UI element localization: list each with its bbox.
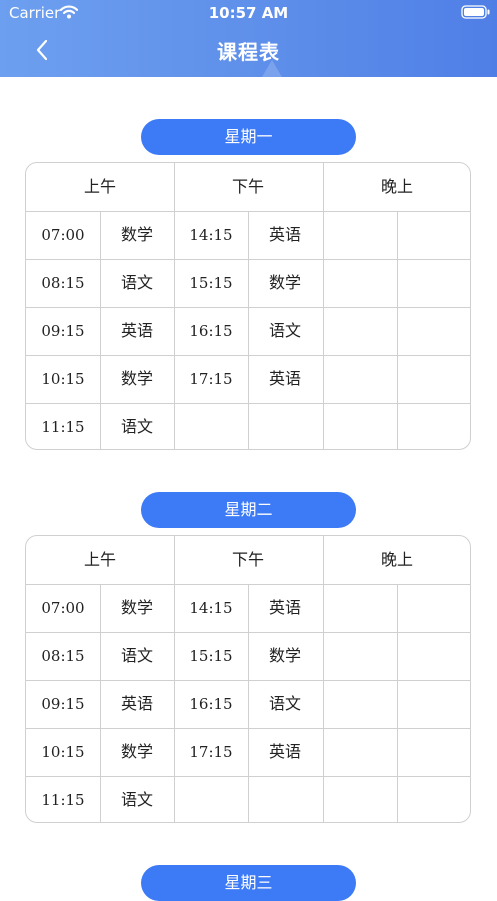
class-subject — [397, 211, 470, 259]
period-header: 下午 — [231, 550, 264, 569]
period-header: 上午 — [83, 177, 116, 196]
class-time: 15:15 — [189, 647, 233, 665]
class-subject — [397, 259, 470, 307]
status-bar: Carrier 10:57 AM — [0, 0, 497, 26]
class-subject — [248, 403, 322, 449]
day-badge[interactable]: 星期二 — [141, 492, 356, 528]
class-time — [323, 259, 397, 307]
class-subject: 英语 — [120, 694, 153, 713]
class-subject — [397, 776, 470, 822]
class-subject: 语文 — [120, 790, 153, 809]
class-time: 11:15 — [41, 418, 85, 436]
class-subject: 数学 — [120, 742, 153, 761]
day-badge[interactable]: 星期一 — [141, 119, 356, 155]
nav-header: Carrier 10:57 AM 课程表 — [0, 0, 497, 77]
class-time: 16:15 — [189, 322, 233, 340]
class-subject: 语文 — [120, 417, 153, 436]
class-time: 11:15 — [41, 791, 85, 809]
class-subject: 数学 — [268, 646, 301, 665]
class-subject — [397, 680, 470, 728]
battery-icon — [461, 5, 490, 19]
class-time — [323, 211, 397, 259]
class-subject — [397, 728, 470, 776]
class-time: 09:15 — [41, 322, 85, 340]
class-time — [323, 307, 397, 355]
period-header: 下午 — [231, 177, 264, 196]
day-badge[interactable]: 星期三 — [141, 865, 356, 901]
class-time — [323, 776, 397, 822]
class-time: 14:15 — [189, 226, 233, 244]
class-time: 08:15 — [41, 647, 85, 665]
class-subject: 英语 — [120, 321, 153, 340]
class-subject: 英语 — [268, 225, 301, 244]
class-subject: 数学 — [120, 369, 153, 388]
class-subject — [397, 584, 470, 632]
class-subject: 数学 — [120, 598, 153, 617]
class-time — [323, 680, 397, 728]
class-time — [323, 584, 397, 632]
class-time: 16:15 — [189, 695, 233, 713]
class-subject: 英语 — [268, 598, 301, 617]
class-subject: 数学 — [120, 225, 153, 244]
class-subject — [397, 355, 470, 403]
class-time: 15:15 — [189, 274, 233, 292]
class-subject: 语文 — [120, 273, 153, 292]
class-time: 08:15 — [41, 274, 85, 292]
class-subject — [397, 307, 470, 355]
schedule-table: 上午 下午 晚上 07:00 数学 14:15 英语 08:15 语文 15:15 数学 09:15 英… — [25, 535, 471, 823]
status-time: 10:57 AM — [208, 4, 289, 22]
class-time: 17:15 — [189, 370, 233, 388]
class-time — [174, 403, 248, 449]
class-subject — [397, 632, 470, 680]
period-header: 上午 — [83, 550, 116, 569]
class-subject: 英语 — [268, 369, 301, 388]
class-subject: 语文 — [268, 321, 301, 340]
class-time — [323, 632, 397, 680]
class-time: 09:15 — [41, 695, 85, 713]
page-title: 课程表 — [217, 40, 280, 64]
class-time — [174, 776, 248, 822]
class-time: 10:15 — [41, 743, 85, 761]
period-header: 晚上 — [380, 550, 413, 569]
class-subject: 语文 — [268, 694, 301, 713]
class-time — [323, 403, 397, 449]
class-time: 07:00 — [41, 599, 85, 617]
class-time: 14:15 — [189, 599, 233, 617]
class-time: 17:15 — [189, 743, 233, 761]
class-subject: 数学 — [268, 273, 301, 292]
class-time: 10:15 — [41, 370, 85, 388]
class-subject — [397, 403, 470, 449]
schedule-table: 上午 下午 晚上 07:00 数学 14:15 英语 08:15 语文 15:15 数学 09:15 英… — [25, 162, 471, 450]
class-subject: 语文 — [120, 646, 153, 665]
period-header: 晚上 — [380, 177, 413, 196]
class-time — [323, 728, 397, 776]
class-time — [323, 355, 397, 403]
class-time: 07:00 — [41, 226, 85, 244]
class-subject: 英语 — [268, 742, 301, 761]
class-subject — [248, 776, 322, 822]
